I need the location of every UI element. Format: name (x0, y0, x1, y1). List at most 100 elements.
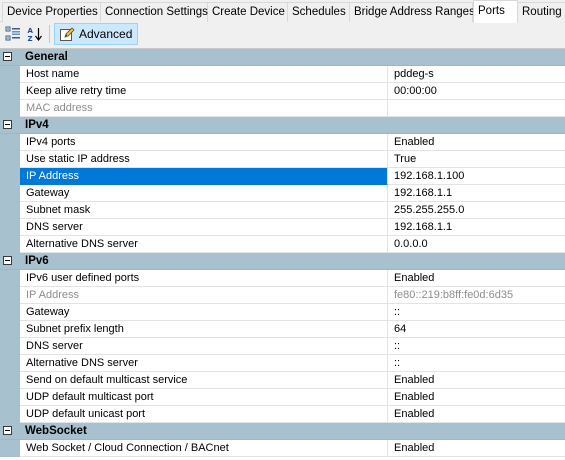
property-row[interactable]: UDP default unicast port Enabled (0, 406, 565, 423)
property-value[interactable]: Enabled (388, 134, 565, 151)
property-row[interactable]: DNS server:: (0, 338, 565, 355)
property-row[interactable]: DNS server 192.168.1.1 (0, 219, 565, 236)
collapse-icon[interactable] (3, 52, 12, 61)
property-value[interactable]: 64 (388, 321, 565, 338)
advanced-button[interactable]: Advanced (54, 23, 138, 45)
property-row[interactable]: IP Address 192.168.1.100 (0, 168, 565, 185)
property-row[interactable]: Alternative DNS server:: (0, 355, 565, 372)
property-row[interactable]: Subnet prefix length 64 (0, 321, 565, 338)
property-row[interactable]: Use static IP address True (0, 151, 565, 168)
collapse-icon[interactable] (3, 256, 12, 265)
property-name[interactable]: Subnet prefix length (20, 321, 388, 338)
categorized-view-icon (5, 26, 20, 41)
row-gutter (0, 270, 20, 287)
tab-bridge-address-ranges[interactable]: Bridge Address Ranges (350, 2, 475, 22)
collapse-icon[interactable] (3, 120, 12, 129)
property-value[interactable]: 192.168.1.1 (388, 185, 565, 202)
row-gutter (0, 66, 20, 83)
property-row[interactable]: Host name pddeg-s (0, 66, 565, 83)
property-value[interactable]: 192.168.1.100 (388, 168, 565, 185)
property-value[interactable]: :: (388, 355, 565, 372)
row-gutter (0, 100, 20, 117)
property-grid[interactable]: General Host name pddeg-s Keep alive retry … (0, 48, 565, 460)
tab-device-properties[interactable]: Device Properties (2, 2, 101, 22)
property-name[interactable]: IP Address (20, 168, 388, 185)
property-row[interactable]: IP Address fe80::219:b8ff:fe0d:6d35 (0, 287, 565, 304)
edit-pencil-icon (60, 27, 75, 41)
property-value[interactable]: True (388, 151, 565, 168)
category-label: IPv6 (25, 255, 49, 267)
property-name[interactable]: IPv4 ports (20, 134, 388, 151)
category-row-websocket[interactable]: WebSocket (0, 423, 565, 440)
row-gutter (0, 406, 20, 423)
category-label: WebSocket (25, 425, 87, 437)
category-row-ipv6[interactable]: IPv6 (0, 253, 565, 270)
property-value[interactable]: 00:00:00 (388, 83, 565, 100)
advanced-button-label: Advanced (79, 27, 133, 41)
property-name[interactable]: UDP default multicast port (20, 389, 388, 406)
row-gutter (0, 219, 20, 236)
property-row[interactable]: MAC address (0, 100, 565, 117)
row-gutter (0, 287, 20, 304)
property-value[interactable]: Enabled (388, 440, 565, 457)
property-value[interactable]: 192.168.1.1 (388, 219, 565, 236)
category-row-ipv4[interactable]: IPv4 (0, 117, 565, 134)
toolbar-separator (49, 25, 50, 43)
property-name[interactable]: Subnet mask (20, 202, 388, 219)
property-name[interactable]: Gateway (20, 304, 388, 321)
property-value[interactable]: Enabled (388, 389, 565, 406)
property-value[interactable]: Enabled (388, 372, 565, 389)
category-label: IPv4 (25, 119, 49, 131)
property-value[interactable]: fe80::219:b8ff:fe0d:6d35 (388, 287, 565, 304)
property-row[interactable]: Send on default multicast service Enabled (0, 372, 565, 389)
tab-connection-settings[interactable]: Connection Settings (101, 2, 208, 22)
property-value[interactable]: :: (388, 304, 565, 321)
row-gutter (0, 304, 20, 321)
property-row[interactable]: Alternative DNS server 0.0.0.0 (0, 236, 565, 253)
alphabetical-sort-button[interactable]: A Z (25, 23, 45, 45)
property-row[interactable]: Keep alive retry time 00:00:00 (0, 83, 565, 100)
property-name[interactable]: IPv6 user defined ports (20, 270, 388, 287)
property-name[interactable]: DNS server (20, 338, 388, 355)
collapse-icon[interactable] (3, 426, 12, 435)
row-gutter (0, 440, 20, 457)
svg-text:Z: Z (28, 35, 33, 42)
property-row[interactable]: Gateway:: (0, 304, 565, 321)
property-value[interactable]: Enabled (388, 406, 565, 423)
property-row[interactable]: IPv6 user defined ports Enabled (0, 270, 565, 287)
property-name[interactable]: Host name (20, 66, 388, 83)
row-gutter (0, 372, 20, 389)
property-value[interactable]: 255.255.255.0 (388, 202, 565, 219)
tab-schedules[interactable]: Schedules (288, 2, 350, 22)
property-name[interactable]: Send on default multicast service (20, 372, 388, 389)
property-row[interactable]: Subnet mask 255.255.255.0 (0, 202, 565, 219)
property-grid-toolbar: A Z Advanced (0, 22, 565, 46)
tab-routing[interactable]: Routing (518, 2, 565, 22)
property-value[interactable]: pddeg-s (388, 66, 565, 83)
property-name[interactable]: Alternative DNS server (20, 236, 388, 253)
property-name[interactable]: MAC address (20, 100, 388, 117)
tab-strip: Device Properties Connection Settings Crea… (0, 0, 565, 23)
categorized-view-button[interactable] (3, 23, 23, 45)
tab-ports[interactable]: Ports (473, 0, 518, 23)
svg-text:A: A (28, 27, 34, 35)
property-value[interactable]: :: (388, 338, 565, 355)
tab-create-device[interactable]: Create Device (208, 2, 288, 22)
category-row-general[interactable]: General (0, 49, 565, 66)
property-name[interactable]: Web Socket / Cloud Connection / BACnet (20, 440, 388, 457)
property-name[interactable]: Gateway (20, 185, 388, 202)
property-name[interactable]: IP Address (20, 287, 388, 304)
property-row[interactable]: Gateway 192.168.1.1 (0, 185, 565, 202)
property-name[interactable]: UDP default unicast port (20, 406, 388, 423)
property-row[interactable]: UDP default multicast port Enabled (0, 389, 565, 406)
property-value[interactable]: Enabled (388, 270, 565, 287)
property-name[interactable]: Keep alive retry time (20, 83, 388, 100)
property-name[interactable]: DNS server (20, 219, 388, 236)
property-row[interactable]: IPv4 ports Enabled (0, 134, 565, 151)
property-row[interactable]: Web Socket / Cloud Connection / BACnet En… (0, 440, 565, 457)
property-name[interactable]: Use static IP address (20, 151, 388, 168)
sort-alphabetical-icon: A Z (28, 27, 42, 42)
property-value[interactable]: 0.0.0.0 (388, 236, 565, 253)
property-name[interactable]: Alternative DNS server (20, 355, 388, 372)
property-value[interactable] (388, 100, 565, 117)
